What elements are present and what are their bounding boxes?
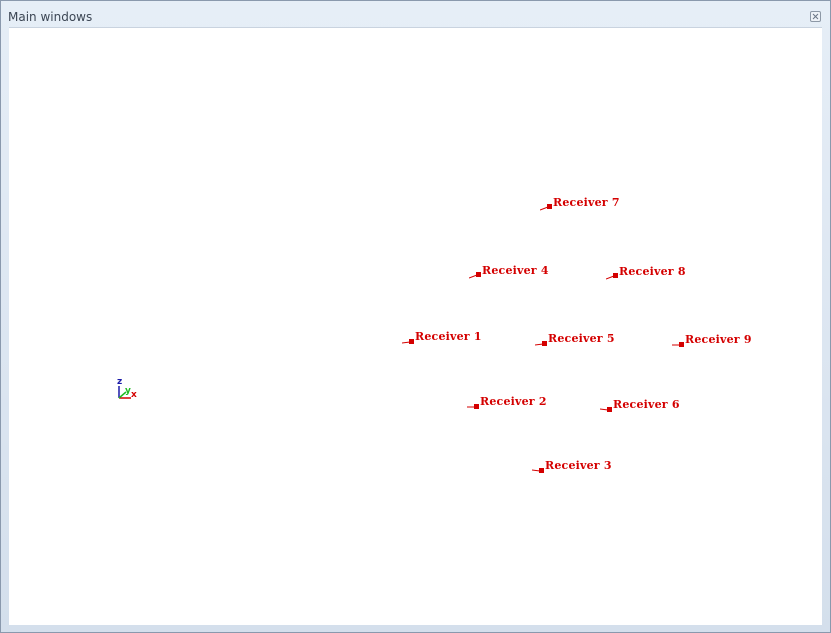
receiver-marker-icon <box>402 339 414 344</box>
close-icon[interactable] <box>810 11 821 22</box>
axis-triad: z y x <box>116 378 144 402</box>
receiver-label: Receiver 3 <box>545 459 612 472</box>
3d-viewport[interactable]: z y x Receiver 1 Receiver 2 Receiver 3 R… <box>9 27 822 625</box>
receiver-marker-icon <box>467 404 479 409</box>
receiver-label: Receiver 7 <box>553 196 620 209</box>
receiver-marker-icon <box>540 204 552 211</box>
receiver-marker-icon <box>469 272 481 279</box>
receiver-marker-icon <box>532 468 544 473</box>
receiver-marker-icon <box>535 341 547 346</box>
receiver-label: Receiver 1 <box>415 330 482 343</box>
axis-x-label: x <box>131 390 137 400</box>
receiver-marker-icon <box>606 273 618 280</box>
title-bar[interactable]: Main windows <box>1 1 830 27</box>
receiver-marker-icon <box>600 407 612 412</box>
main-window: Main windows z y x Receiver 1 Receiver 2… <box>0 0 831 633</box>
receiver-marker-icon <box>672 342 684 347</box>
receiver-label: Receiver 4 <box>482 264 549 277</box>
window-title: Main windows <box>8 10 93 24</box>
receiver-label: Receiver 2 <box>480 395 547 408</box>
receiver-label: Receiver 9 <box>685 333 752 346</box>
axis-y-label: y <box>125 386 131 396</box>
receiver-label: Receiver 5 <box>548 332 615 345</box>
axis-z-label: z <box>117 377 123 387</box>
receiver-label: Receiver 8 <box>619 265 686 278</box>
receiver-label: Receiver 6 <box>613 398 680 411</box>
